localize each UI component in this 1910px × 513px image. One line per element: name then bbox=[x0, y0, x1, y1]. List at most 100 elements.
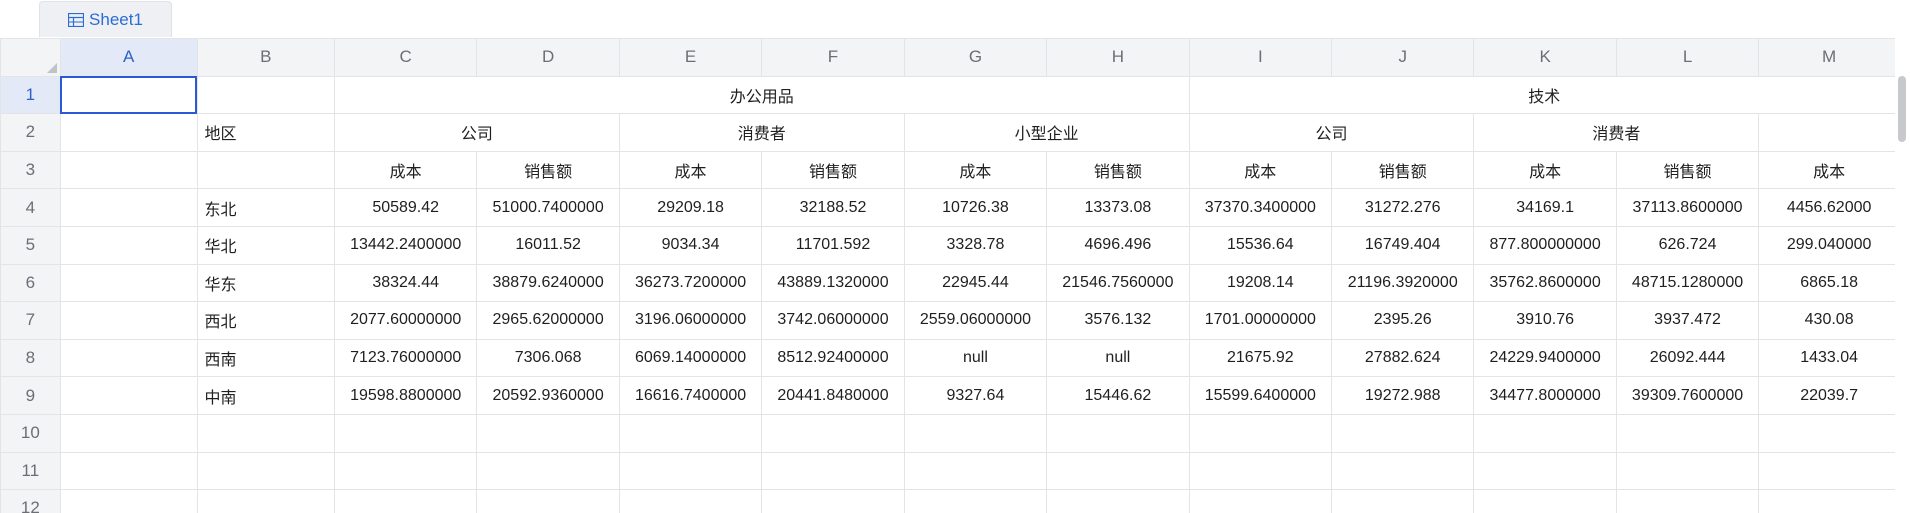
cell[interactable] bbox=[59, 263, 198, 303]
cell-value[interactable]: 3742.06000000 bbox=[761, 301, 905, 340]
cell-value[interactable]: 15599.6400000 bbox=[1188, 376, 1333, 415]
header-cell-segment[interactable]: 消费者 bbox=[1473, 113, 1760, 152]
cell-value[interactable]: 3937.472 bbox=[1615, 301, 1760, 340]
cell-value[interactable]: 48715.1280000 bbox=[1615, 263, 1760, 303]
cell-value[interactable] bbox=[1473, 413, 1617, 453]
cell-value[interactable] bbox=[903, 451, 1048, 491]
cell-value[interactable] bbox=[1615, 451, 1760, 491]
cell-value[interactable] bbox=[761, 489, 905, 513]
cell[interactable] bbox=[59, 301, 198, 340]
header-cell-measure[interactable]: 成本 bbox=[1473, 150, 1617, 190]
cell-value[interactable]: 16616.7400000 bbox=[618, 376, 763, 415]
cell-region[interactable] bbox=[196, 489, 335, 513]
cell-value[interactable]: 29209.18 bbox=[618, 188, 763, 227]
cell-value[interactable]: 19272.988 bbox=[1331, 376, 1475, 415]
cell-value[interactable]: 22039.7 bbox=[1758, 376, 1900, 415]
cell-value[interactable]: 38324.44 bbox=[333, 263, 478, 303]
column-header-l[interactable]: L bbox=[1615, 38, 1760, 77]
cell[interactable] bbox=[59, 150, 198, 190]
cell-value[interactable] bbox=[1331, 451, 1475, 491]
cell[interactable] bbox=[59, 451, 198, 491]
cell-value[interactable]: 9327.64 bbox=[903, 376, 1048, 415]
cell-value[interactable]: 22945.44 bbox=[903, 263, 1048, 303]
vertical-scrollbar-thumb[interactable] bbox=[1898, 76, 1906, 142]
sheet-tab-sheet1[interactable]: Sheet1 bbox=[39, 1, 172, 37]
cell[interactable] bbox=[1758, 113, 1900, 152]
cell-value[interactable]: 32188.52 bbox=[761, 188, 905, 227]
row-header[interactable]: 8 bbox=[0, 338, 61, 378]
cell-value[interactable] bbox=[1758, 489, 1900, 513]
cell-value[interactable]: 26092.444 bbox=[1615, 338, 1760, 378]
header-cell-technology[interactable]: 技术 bbox=[1188, 75, 1900, 115]
cell-value[interactable] bbox=[1615, 413, 1760, 453]
cell-value[interactable]: 21546.7560000 bbox=[1046, 263, 1190, 303]
header-cell-measure[interactable]: 成本 bbox=[1188, 150, 1333, 190]
row-header[interactable]: 11 bbox=[0, 451, 61, 491]
cell-value[interactable]: 299.040000 bbox=[1758, 225, 1900, 265]
cell[interactable] bbox=[196, 75, 335, 115]
row-header[interactable]: 10 bbox=[0, 413, 61, 453]
cell[interactable] bbox=[196, 150, 335, 190]
cell-value[interactable]: 8512.92400000 bbox=[761, 338, 905, 378]
cell-value[interactable]: 7306.068 bbox=[476, 338, 620, 378]
cell-value[interactable]: 9034.34 bbox=[618, 225, 763, 265]
header-cell-measure[interactable]: 销售额 bbox=[761, 150, 905, 190]
cell-value[interactable]: null bbox=[1046, 338, 1190, 378]
cell-value[interactable]: 34477.8000000 bbox=[1473, 376, 1617, 415]
row-header[interactable]: 7 bbox=[0, 301, 61, 340]
cell-value[interactable]: 11701.592 bbox=[761, 225, 905, 265]
cell-value[interactable]: 13373.08 bbox=[1046, 188, 1190, 227]
cell-value[interactable]: 2077.60000000 bbox=[333, 301, 478, 340]
cell-value[interactable]: 20441.8480000 bbox=[761, 376, 905, 415]
cell-value[interactable]: 35762.8600000 bbox=[1473, 263, 1617, 303]
cell-value[interactable] bbox=[618, 489, 763, 513]
cell-value[interactable]: 51000.7400000 bbox=[476, 188, 620, 227]
header-cell-region[interactable]: 地区 bbox=[196, 113, 335, 152]
cell-region[interactable]: 西北 bbox=[196, 301, 335, 340]
cell-region[interactable]: 西南 bbox=[196, 338, 335, 378]
row-header[interactable]: 5 bbox=[0, 225, 61, 265]
row-header[interactable]: 6 bbox=[0, 263, 61, 303]
cell-value[interactable]: 21196.3920000 bbox=[1331, 263, 1475, 303]
cell-value[interactable]: 877.800000000 bbox=[1473, 225, 1617, 265]
cell-region[interactable]: 中南 bbox=[196, 376, 335, 415]
cell-value[interactable]: 15446.62 bbox=[1046, 376, 1190, 415]
cell-value[interactable] bbox=[1758, 413, 1900, 453]
cell-value[interactable]: 430.08 bbox=[1758, 301, 1900, 340]
cell-value[interactable] bbox=[1473, 451, 1617, 491]
cell-value[interactable]: 1433.04 bbox=[1758, 338, 1900, 378]
column-header-b[interactable]: B bbox=[196, 38, 335, 77]
cell-value[interactable]: null bbox=[903, 338, 1048, 378]
header-cell-segment[interactable]: 消费者 bbox=[618, 113, 905, 152]
cell-value[interactable] bbox=[1046, 451, 1190, 491]
cell-value[interactable]: 3576.132 bbox=[1046, 301, 1190, 340]
cell-value[interactable]: 7123.76000000 bbox=[333, 338, 478, 378]
cell-value[interactable] bbox=[761, 413, 905, 453]
cell-value[interactable]: 2559.06000000 bbox=[903, 301, 1048, 340]
column-header-a[interactable]: A bbox=[59, 38, 198, 77]
cell-value[interactable]: 3910.76 bbox=[1473, 301, 1617, 340]
cell-value[interactable]: 15536.64 bbox=[1188, 225, 1333, 265]
cell-value[interactable]: 50589.42 bbox=[333, 188, 478, 227]
header-cell-measure[interactable]: 成本 bbox=[333, 150, 478, 190]
cell-region[interactable]: 华北 bbox=[196, 225, 335, 265]
cell-value[interactable]: 6069.14000000 bbox=[618, 338, 763, 378]
cell[interactable] bbox=[59, 376, 198, 415]
cell-value[interactable]: 31272.276 bbox=[1331, 188, 1475, 227]
cell-value[interactable] bbox=[1046, 413, 1190, 453]
cell-value[interactable]: 6865.18 bbox=[1758, 263, 1900, 303]
header-cell-measure[interactable]: 成本 bbox=[903, 150, 1048, 190]
cell-value[interactable]: 19598.8800000 bbox=[333, 376, 478, 415]
cell-value[interactable]: 38879.6240000 bbox=[476, 263, 620, 303]
row-header[interactable]: 4 bbox=[0, 188, 61, 227]
cell-value[interactable]: 16749.404 bbox=[1331, 225, 1475, 265]
cell-value[interactable] bbox=[761, 451, 905, 491]
column-header-k[interactable]: K bbox=[1473, 38, 1617, 77]
cell-value[interactable] bbox=[1331, 413, 1475, 453]
cell-value[interactable] bbox=[476, 489, 620, 513]
column-header-g[interactable]: G bbox=[903, 38, 1048, 77]
cell-value[interactable] bbox=[333, 413, 478, 453]
cell-value[interactable]: 13442.2400000 bbox=[333, 225, 478, 265]
cell[interactable] bbox=[59, 413, 198, 453]
cell-value[interactable] bbox=[476, 413, 620, 453]
